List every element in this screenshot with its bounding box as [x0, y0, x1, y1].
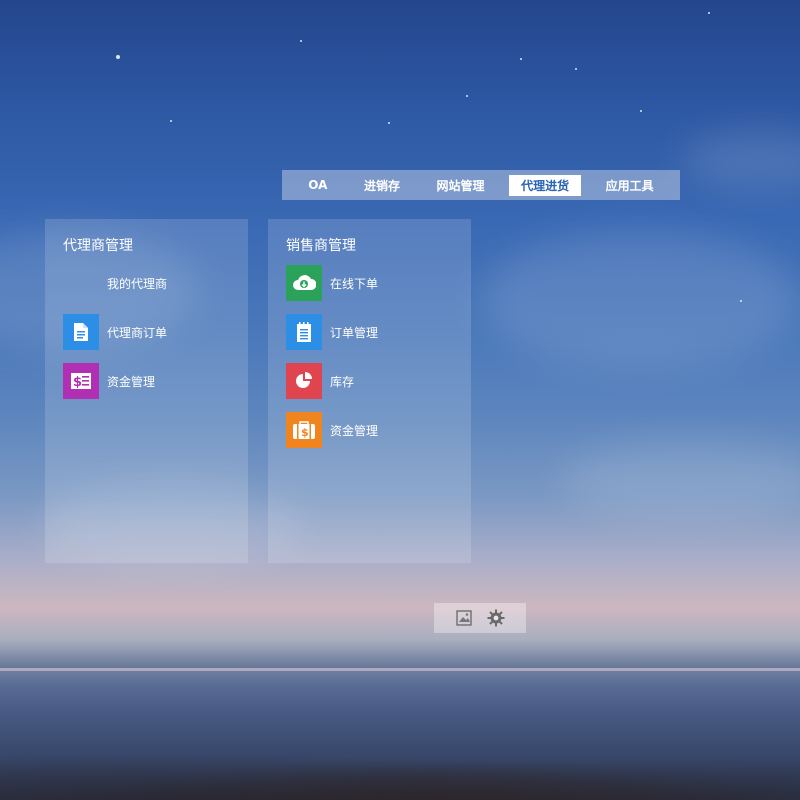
background-star: [466, 95, 468, 97]
sales-management-panel: 销售商管理 在线下单 订单管理 库存 $ 资金管理: [268, 219, 471, 563]
sales-funds-item[interactable]: $ 资金管理: [286, 412, 453, 448]
item-label: 资金管理: [107, 374, 156, 389]
tab-agent-purchase[interactable]: 代理进货: [509, 174, 582, 196]
agent-funds-item[interactable]: $ 资金管理: [63, 363, 230, 399]
agent-orders-item[interactable]: 代理商订单: [63, 314, 230, 350]
item-label: 库存: [330, 374, 355, 389]
background-star: [708, 12, 710, 14]
wallet-dollar-icon: $: [286, 412, 322, 448]
background-cloud: [480, 230, 800, 370]
background-star: [740, 300, 742, 302]
pie-chart-icon: [286, 363, 322, 399]
tab-app-tools[interactable]: 应用工具: [594, 175, 666, 196]
background-cloud: [560, 440, 800, 520]
gear-icon[interactable]: [487, 609, 505, 627]
panel-title: 销售商管理: [286, 238, 356, 254]
rocks-background: [0, 745, 800, 800]
svg-text:$: $: [73, 375, 82, 390]
tab-inventory[interactable]: 进销存: [352, 175, 412, 196]
background-cloud: [680, 130, 800, 190]
bottom-toolbar: [434, 603, 526, 633]
online-order-item[interactable]: 在线下单: [286, 265, 453, 301]
background-star: [520, 58, 522, 60]
item-label: 资金管理: [330, 423, 379, 438]
blank-icon: [63, 265, 99, 301]
svg-text:$: $: [301, 426, 309, 439]
background-star: [640, 110, 642, 112]
panel-title: 代理商管理: [63, 238, 133, 254]
background-star: [388, 122, 390, 124]
background-star: [170, 120, 172, 122]
background-star: [575, 68, 577, 70]
background-star: [300, 40, 302, 42]
item-label: 订单管理: [330, 325, 379, 340]
cloud-download-icon: [286, 265, 322, 301]
tab-website-management[interactable]: 网站管理: [425, 175, 497, 196]
top-nav-tabs: OA 进销存 网站管理 代理进货 应用工具: [282, 170, 680, 200]
item-label: 在线下单: [330, 276, 379, 291]
desktop-background: OA 进销存 网站管理 代理进货 应用工具 代理商管理 我的代理商 代理商订单: [0, 0, 800, 800]
tab-oa[interactable]: OA: [296, 176, 339, 194]
notepad-icon: [286, 314, 322, 350]
agent-management-panel: 代理商管理 我的代理商 代理商订单 $ 资金管理: [45, 219, 248, 563]
receipt-dollar-icon: $: [63, 363, 99, 399]
my-agents-item[interactable]: 我的代理商: [63, 265, 230, 301]
item-label: 代理商订单: [107, 325, 168, 340]
background-star: [116, 55, 120, 59]
document-icon: [63, 314, 99, 350]
inventory-item[interactable]: 库存: [286, 363, 453, 399]
order-management-item[interactable]: 订单管理: [286, 314, 453, 350]
picture-icon[interactable]: [455, 609, 473, 627]
item-label: 我的代理商: [107, 276, 168, 291]
